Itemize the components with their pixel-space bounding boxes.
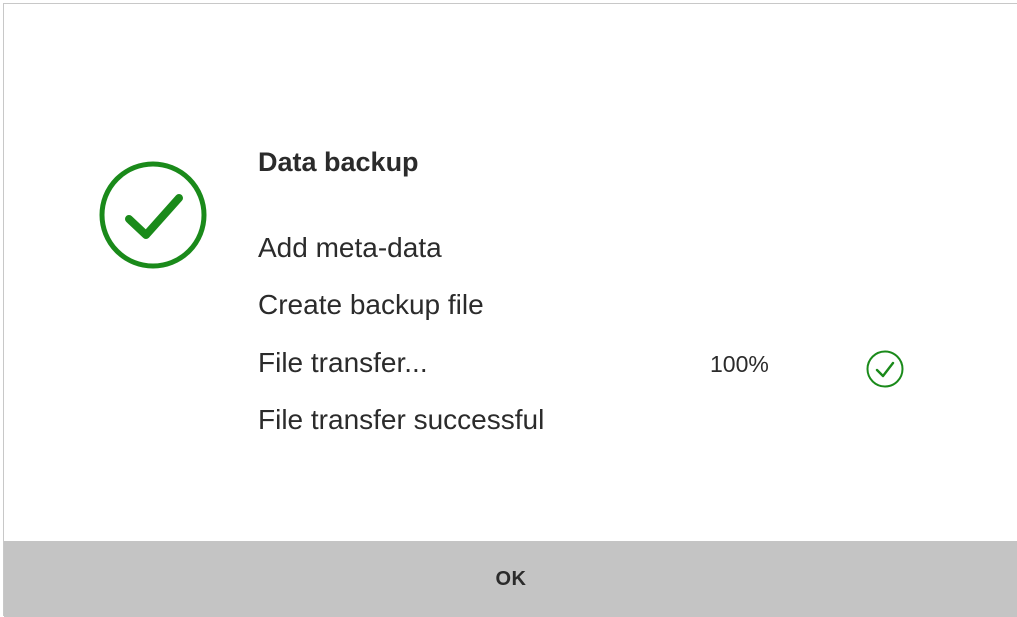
step-file-transfer-successful: File transfer successful [258,404,545,435]
step-file-transfer: File transfer... [258,347,428,378]
step-create-backup-file: Create backup file [258,289,484,320]
backup-dialog: Data backup Add meta-data Create backup … [3,3,1017,617]
success-check-icon [99,161,207,269]
dialog-title: Data backup [258,147,419,177]
step-add-metadata: Add meta-data [258,232,442,263]
ok-button-label: OK [495,567,527,590]
file-transfer-progress: 100% [710,351,769,377]
ok-button[interactable]: OK [4,541,1017,617]
file-transfer-check-icon [866,350,904,388]
